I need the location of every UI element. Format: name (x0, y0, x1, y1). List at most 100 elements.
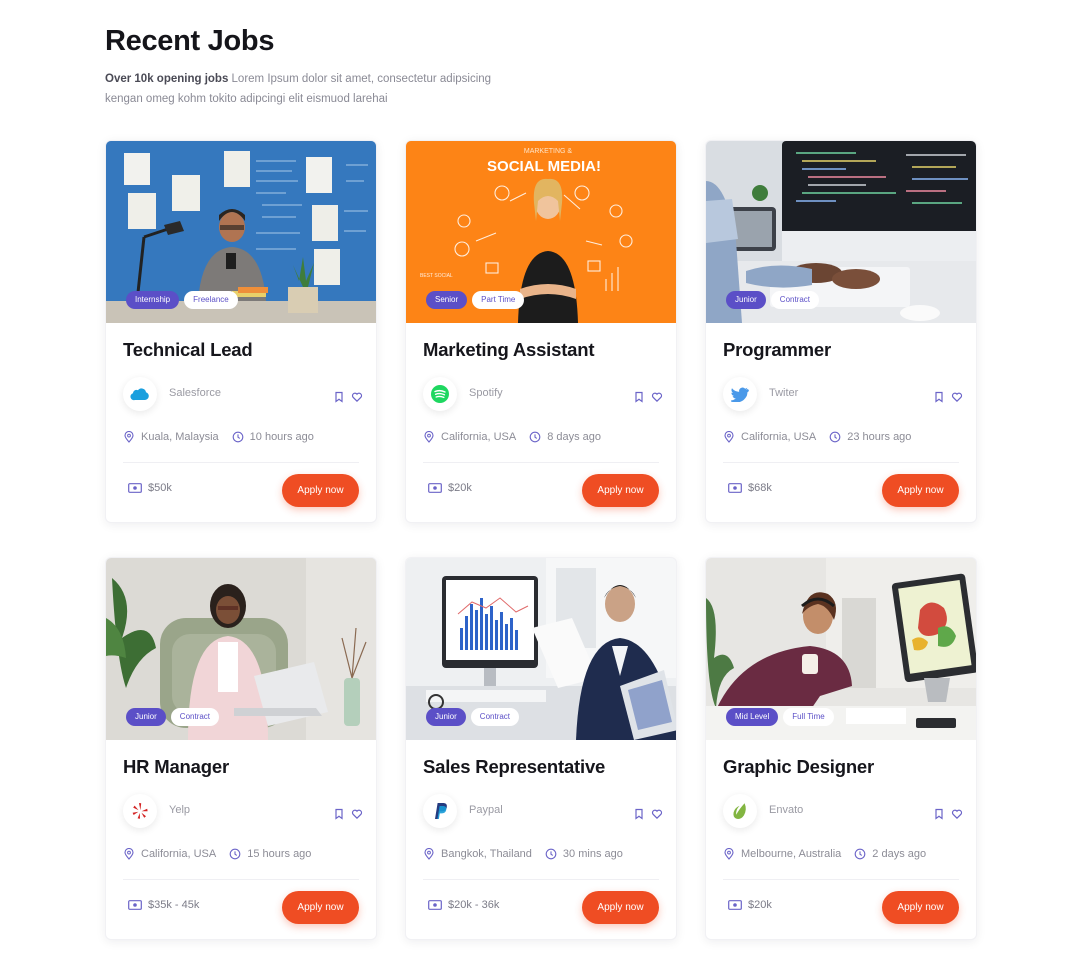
salary-text: $20k - 36k (448, 899, 500, 911)
section-header: Recent Jobs Over 10k opening jobs Lorem … (105, 24, 565, 109)
job-image: MARKETING & SOCIAL MEDIA! BEST SOCIAL Se… (406, 141, 676, 323)
location-text: California, USA (741, 431, 817, 443)
social-media-heading: SOCIAL MEDIA! (487, 158, 601, 175)
job-meta: California, USA 23 hours ago (723, 431, 924, 443)
job-title[interactable]: Programmer (723, 339, 831, 361)
posted-text: 23 hours ago (847, 431, 912, 443)
clock-icon (229, 848, 241, 860)
heart-icon[interactable] (351, 391, 363, 403)
apply-now-button[interactable]: Apply now (282, 474, 359, 507)
posted-text: 2 days ago (872, 848, 927, 860)
job-tags: Internship Freelance (126, 291, 238, 309)
job-card[interactable]: Junior Contract Programmer Twiter Califo… (705, 140, 977, 523)
job-title[interactable]: Technical Lead (123, 339, 253, 361)
tag-employment: Contract (770, 291, 820, 309)
twitter-logo-icon (723, 377, 757, 411)
company-name: Paypal (469, 804, 503, 816)
heart-icon[interactable] (651, 808, 663, 820)
salesforce-logo-icon (123, 377, 157, 411)
location-pin-icon (124, 431, 134, 443)
job-card[interactable]: MARKETING & SOCIAL MEDIA! BEST SOCIAL Se… (405, 140, 677, 523)
money-icon (428, 483, 442, 493)
job-meta: California, USA 8 days ago (423, 431, 614, 443)
company-row: Paypal (423, 794, 663, 828)
heart-icon[interactable] (951, 391, 963, 403)
location: Kuala, Malaysia (123, 431, 219, 443)
job-meta: California, USA 15 hours ago (123, 848, 324, 860)
location-text: Bangkok, Thailand (441, 848, 532, 860)
apply-now-button[interactable]: Apply now (882, 891, 959, 924)
card-divider (423, 462, 659, 463)
subtitle-text-line2: kengan omeg kohm tokito adipcingi elit e… (105, 93, 388, 105)
card-actions (933, 808, 963, 820)
company-name: Spotify (469, 387, 503, 399)
job-card[interactable]: Mid Level Full Time Graphic Designer Env… (705, 557, 977, 940)
heart-icon[interactable] (351, 808, 363, 820)
bookmark-icon[interactable] (633, 808, 645, 820)
salary: $35k - 45k (128, 899, 199, 911)
salary-text: $68k (748, 482, 772, 494)
salary: $20k - 36k (428, 899, 499, 911)
apply-now-button[interactable]: Apply now (282, 891, 359, 924)
job-meta: Kuala, Malaysia 10 hours ago (123, 431, 327, 443)
location: California, USA (123, 848, 216, 860)
location-pin-icon (424, 431, 434, 443)
job-meta: Bangkok, Thailand 30 mins ago (423, 848, 636, 860)
section-subtitle: Over 10k opening jobs Lorem Ipsum dolor … (105, 69, 565, 109)
job-image: Internship Freelance (106, 141, 376, 323)
card-divider (723, 879, 959, 880)
salary: $50k (128, 482, 172, 494)
card-actions (333, 391, 363, 403)
bookmark-icon[interactable] (333, 808, 345, 820)
location: Melbourne, Australia (723, 848, 841, 860)
bookmark-icon[interactable] (933, 808, 945, 820)
company-row: Salesforce (123, 377, 363, 411)
company-row: Yelp (123, 794, 363, 828)
bookmark-icon[interactable] (933, 391, 945, 403)
location-text: California, USA (441, 431, 517, 443)
job-card[interactable]: Junior Contract Sales Representative Pay… (405, 557, 677, 940)
clock-icon (545, 848, 557, 860)
job-tags: Junior Contract (126, 708, 220, 726)
heart-icon[interactable] (951, 808, 963, 820)
job-tags: Senior Part Time (426, 291, 525, 309)
page-title: Recent Jobs (105, 25, 275, 57)
apply-now-button[interactable]: Apply now (582, 474, 659, 507)
jobs-grid: Internship Freelance Technical Lead Sale… (105, 140, 978, 940)
job-title[interactable]: Graphic Designer (723, 756, 874, 778)
apply-now-button[interactable]: Apply now (882, 474, 959, 507)
clock-icon (529, 431, 541, 443)
money-icon (728, 900, 742, 910)
card-divider (123, 879, 359, 880)
job-card[interactable]: Internship Freelance Technical Lead Sale… (105, 140, 377, 523)
job-card[interactable]: Junior Contract HR Manager Yelp Californ… (105, 557, 377, 940)
card-actions (633, 808, 663, 820)
yelp-logo-icon (123, 794, 157, 828)
tag-employment: Freelance (184, 291, 238, 309)
job-tags: Junior Contract (726, 291, 820, 309)
card-divider (123, 462, 359, 463)
money-icon (728, 483, 742, 493)
location-pin-icon (424, 848, 434, 860)
bookmark-icon[interactable] (633, 391, 645, 403)
salary: $20k (428, 482, 472, 494)
tag-type: Senior (426, 291, 468, 309)
bookmark-icon[interactable] (333, 391, 345, 403)
heart-icon[interactable] (651, 391, 663, 403)
tag-type: Internship (126, 291, 180, 309)
paypal-logo-icon (423, 794, 457, 828)
tag-type: Junior (726, 291, 766, 309)
svg-text:BEST SOCIAL: BEST SOCIAL (420, 273, 453, 279)
location: Bangkok, Thailand (423, 848, 532, 860)
salary-text: $35k - 45k (148, 899, 200, 911)
apply-now-button[interactable]: Apply now (582, 891, 659, 924)
subtitle-text: Lorem Ipsum dolor sit amet, consectetur … (228, 73, 492, 85)
location-pin-icon (124, 848, 134, 860)
location: California, USA (723, 431, 816, 443)
job-title[interactable]: Sales Representative (423, 756, 605, 778)
salary-text: $20k (448, 482, 472, 494)
job-title[interactable]: Marketing Assistant (423, 339, 595, 361)
subtitle-highlight: Over 10k opening jobs (105, 73, 229, 85)
job-title[interactable]: HR Manager (123, 756, 229, 778)
job-tags: Mid Level Full Time (726, 708, 834, 726)
